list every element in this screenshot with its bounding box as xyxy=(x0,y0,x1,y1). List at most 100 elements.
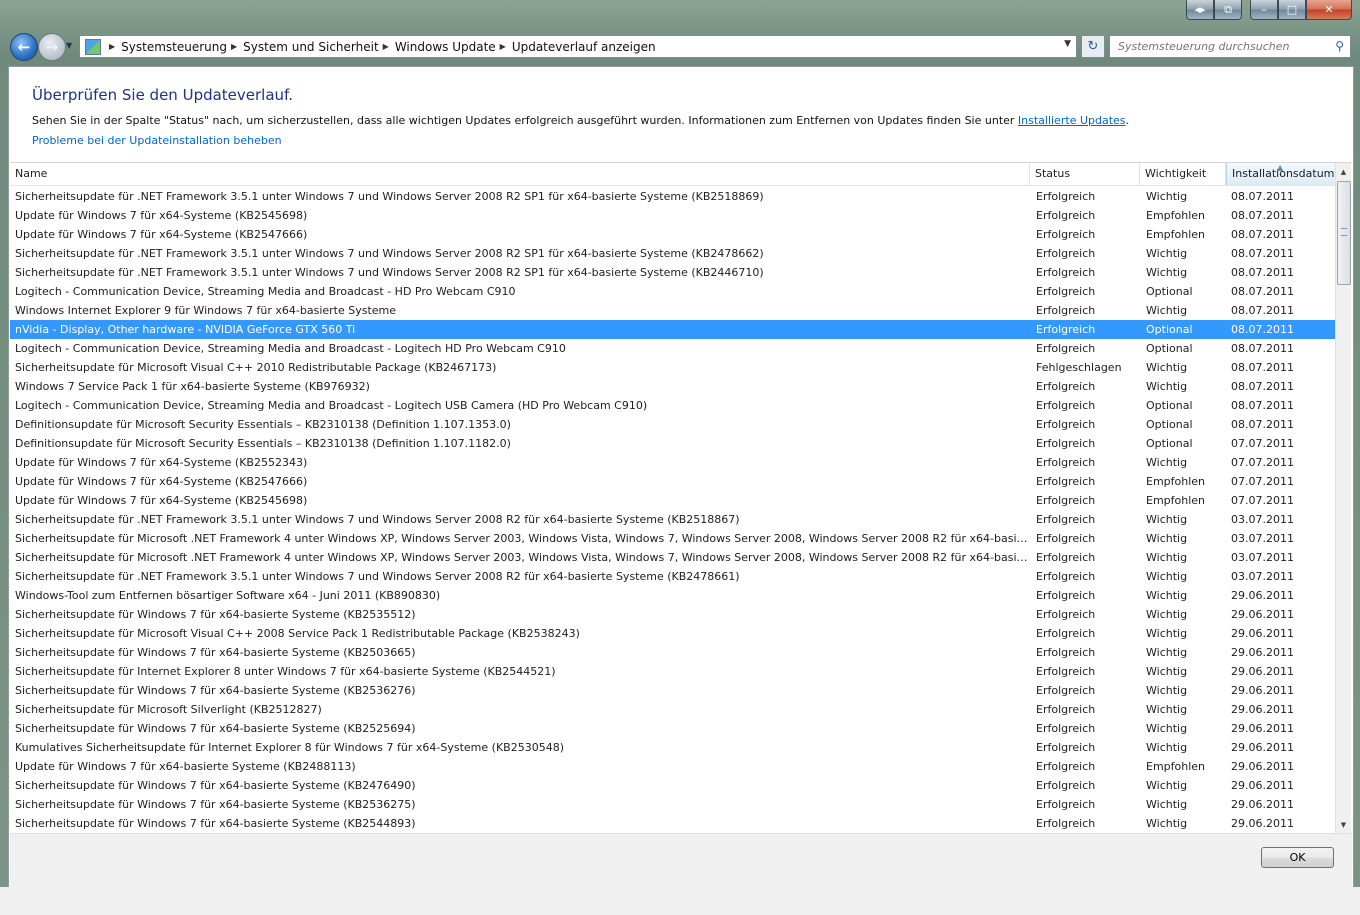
update-name-cell: Sicherheitsupdate für Windows 7 für x64-… xyxy=(15,646,416,659)
table-row[interactable]: Sicherheitsupdate für .NET Framework 3.5… xyxy=(10,510,1336,529)
table-row[interactable]: Logitech - Communication Device, Streami… xyxy=(10,396,1336,415)
table-row[interactable]: Update für Windows 7 für x64-basierte Sy… xyxy=(10,757,1336,776)
forward-arrow-icon[interactable]: → xyxy=(38,33,66,61)
table-row[interactable]: Sicherheitsupdate für Windows 7 für x64-… xyxy=(10,719,1336,738)
table-row[interactable]: Windows-Tool zum Entfernen bösartiger So… xyxy=(10,586,1336,605)
ok-button[interactable]: OK xyxy=(1261,847,1334,868)
update-importance-cell: Wichtig xyxy=(1146,722,1188,735)
table-row[interactable]: Sicherheitsupdate für Windows 7 für x64-… xyxy=(10,605,1336,624)
column-header-name[interactable]: Name xyxy=(10,163,1030,185)
scrollbar-thumb[interactable] xyxy=(1337,181,1351,285)
table-row[interactable]: Sicherheitsupdate für Windows 7 für x64-… xyxy=(10,814,1336,833)
update-name-cell: Sicherheitsupdate für Microsoft .NET Fra… xyxy=(15,551,1030,564)
refresh-icon[interactable]: ↻ xyxy=(1081,35,1105,58)
column-header-status[interactable]: Status xyxy=(1030,163,1140,185)
close-button[interactable]: ✕ xyxy=(1306,0,1352,20)
table-row[interactable]: Sicherheitsupdate für .NET Framework 3.5… xyxy=(10,187,1336,206)
update-name-cell: Logitech - Communication Device, Streami… xyxy=(15,399,648,412)
table-row[interactable]: nVidia - Display, Other hardware - NVIDI… xyxy=(10,320,1336,339)
table-row[interactable]: Windows 7 Service Pack 1 für x64-basiert… xyxy=(10,377,1336,396)
list-header: Name Status Wichtigkeit ▲ Installationsd… xyxy=(10,163,1336,186)
search-icon[interactable]: ⚲ xyxy=(1335,39,1344,53)
update-date-cell: 29.06.2011 xyxy=(1231,589,1294,602)
restore-window-icon[interactable]: ⧉ xyxy=(1214,0,1242,20)
table-row[interactable]: Update für Windows 7 für x64-Systeme (KB… xyxy=(10,472,1336,491)
table-row[interactable]: Sicherheitsupdate für .NET Framework 3.5… xyxy=(10,567,1336,586)
breadcrumb-chevron-icon[interactable]: ▶ xyxy=(231,42,237,51)
breadcrumb-chevron-icon[interactable]: ▶ xyxy=(109,42,115,51)
update-date-cell: 29.06.2011 xyxy=(1231,779,1294,792)
table-row[interactable]: Update für Windows 7 für x64-Systeme (KB… xyxy=(10,453,1336,472)
column-header-install-date[interactable]: ▲ Installationsdatum xyxy=(1226,163,1336,185)
breadcrumb-systemsteuerung[interactable]: Systemsteuerung xyxy=(121,40,227,54)
update-history-list[interactable]: Name Status Wichtigkeit ▲ Installationsd… xyxy=(10,162,1351,833)
table-row[interactable]: Definitionsupdate für Microsoft Security… xyxy=(10,415,1336,434)
troubleshoot-link[interactable]: Probleme bei der Updateinstallation behe… xyxy=(32,134,282,147)
table-row[interactable]: Sicherheitsupdate für Microsoft Silverli… xyxy=(10,700,1336,719)
breadcrumb-system-sicherheit[interactable]: System und Sicherheit xyxy=(243,40,379,54)
installed-updates-link[interactable]: Installierte Updates xyxy=(1018,114,1126,127)
update-importance-cell: Wichtig xyxy=(1146,798,1188,811)
scrollbar-grip-icon xyxy=(1341,228,1347,236)
table-row[interactable]: Sicherheitsupdate für Microsoft .NET Fra… xyxy=(10,548,1336,567)
update-date-cell: 29.06.2011 xyxy=(1231,684,1294,697)
maximize-button[interactable]: □ xyxy=(1278,0,1306,20)
table-row[interactable]: Windows Internet Explorer 9 für Windows … xyxy=(10,301,1336,320)
table-row[interactable]: Sicherheitsupdate für Windows 7 für x64-… xyxy=(10,776,1336,795)
update-name-cell: Sicherheitsupdate für .NET Framework 3.5… xyxy=(15,190,764,203)
table-row[interactable]: Update für Windows 7 für x64-Systeme (KB… xyxy=(10,225,1336,244)
vertical-scrollbar[interactable]: ▲ ▼ xyxy=(1335,163,1351,833)
update-status-cell: Erfolgreich xyxy=(1036,285,1096,298)
breadcrumb-updateverlauf[interactable]: Updateverlauf anzeigen xyxy=(512,40,656,54)
table-row[interactable]: Definitionsupdate für Microsoft Security… xyxy=(10,434,1336,453)
update-status-cell: Erfolgreich xyxy=(1036,475,1096,488)
search-box[interactable]: ⚲ xyxy=(1109,35,1351,58)
update-status-cell: Erfolgreich xyxy=(1036,722,1096,735)
update-importance-cell: Optional xyxy=(1146,342,1193,355)
recent-pages-dropdown-icon[interactable]: ▼ xyxy=(66,41,72,50)
table-row[interactable]: Sicherheitsupdate für Windows 7 für x64-… xyxy=(10,795,1336,814)
table-row[interactable]: Sicherheitsupdate für Microsoft Visual C… xyxy=(10,624,1336,643)
table-row[interactable]: Sicherheitsupdate für .NET Framework 3.5… xyxy=(10,244,1336,263)
update-importance-cell: Optional xyxy=(1146,399,1193,412)
table-row[interactable]: Sicherheitsupdate für Windows 7 für x64-… xyxy=(10,681,1336,700)
breadcrumb-chevron-icon[interactable]: ▶ xyxy=(500,42,506,51)
table-row[interactable]: Sicherheitsupdate für Microsoft Visual C… xyxy=(10,358,1336,377)
table-row[interactable]: Logitech - Communication Device, Streami… xyxy=(10,339,1336,358)
column-header-importance[interactable]: Wichtigkeit xyxy=(1140,163,1226,185)
table-row[interactable]: Logitech - Communication Device, Streami… xyxy=(10,282,1336,301)
update-importance-cell: Wichtig xyxy=(1146,646,1188,659)
address-bar[interactable]: ▶ Systemsteuerung ▶ System und Sicherhei… xyxy=(79,35,1077,58)
minimize-button[interactable]: – xyxy=(1250,0,1278,20)
table-row[interactable]: Sicherheitsupdate für Internet Explorer … xyxy=(10,662,1336,681)
update-status-cell: Erfolgreich xyxy=(1036,646,1096,659)
update-date-cell: 29.06.2011 xyxy=(1231,703,1294,716)
column-header-install-date-label: Installationsdatum xyxy=(1232,167,1335,180)
update-name-cell: Windows-Tool zum Entfernen bösartiger So… xyxy=(15,589,441,602)
scroll-down-icon[interactable]: ▼ xyxy=(1336,816,1351,833)
update-name-cell: Sicherheitsupdate für Microsoft Visual C… xyxy=(15,627,580,640)
update-status-cell: Erfolgreich xyxy=(1036,380,1096,393)
swap-icon[interactable]: ◂▸ xyxy=(1186,0,1214,20)
search-input[interactable] xyxy=(1116,39,1330,54)
table-row[interactable]: Sicherheitsupdate für .NET Framework 3.5… xyxy=(10,263,1336,282)
update-date-cell: 29.06.2011 xyxy=(1231,722,1294,735)
update-date-cell: 08.07.2011 xyxy=(1231,304,1294,317)
update-status-cell: Erfolgreich xyxy=(1036,304,1096,317)
breadcrumb-chevron-icon[interactable]: ▶ xyxy=(383,42,389,51)
address-dropdown-icon[interactable]: ▼ xyxy=(1064,39,1071,49)
table-row[interactable]: Update für Windows 7 für x64-Systeme (KB… xyxy=(10,206,1336,225)
update-name-cell: Sicherheitsupdate für .NET Framework 3.5… xyxy=(15,513,740,526)
update-importance-cell: Wichtig xyxy=(1146,513,1188,526)
table-row[interactable]: Sicherheitsupdate für Windows 7 für x64-… xyxy=(10,643,1336,662)
scroll-up-icon[interactable]: ▲ xyxy=(1336,163,1351,180)
back-arrow-icon[interactable]: ← xyxy=(10,33,38,61)
table-row[interactable]: Kumulatives Sicherheitsupdate für Intern… xyxy=(10,738,1336,757)
update-status-cell: Erfolgreich xyxy=(1036,741,1096,754)
description-text: Sehen Sie in der Spalte "Status" nach, u… xyxy=(32,114,1018,127)
breadcrumb-windows-update[interactable]: Windows Update xyxy=(395,40,496,54)
table-row[interactable]: Update für Windows 7 für x64-Systeme (KB… xyxy=(10,491,1336,510)
update-status-cell: Erfolgreich xyxy=(1036,779,1096,792)
update-name-cell: Update für Windows 7 für x64-Systeme (KB… xyxy=(15,456,308,469)
table-row[interactable]: Sicherheitsupdate für Microsoft .NET Fra… xyxy=(10,529,1336,548)
